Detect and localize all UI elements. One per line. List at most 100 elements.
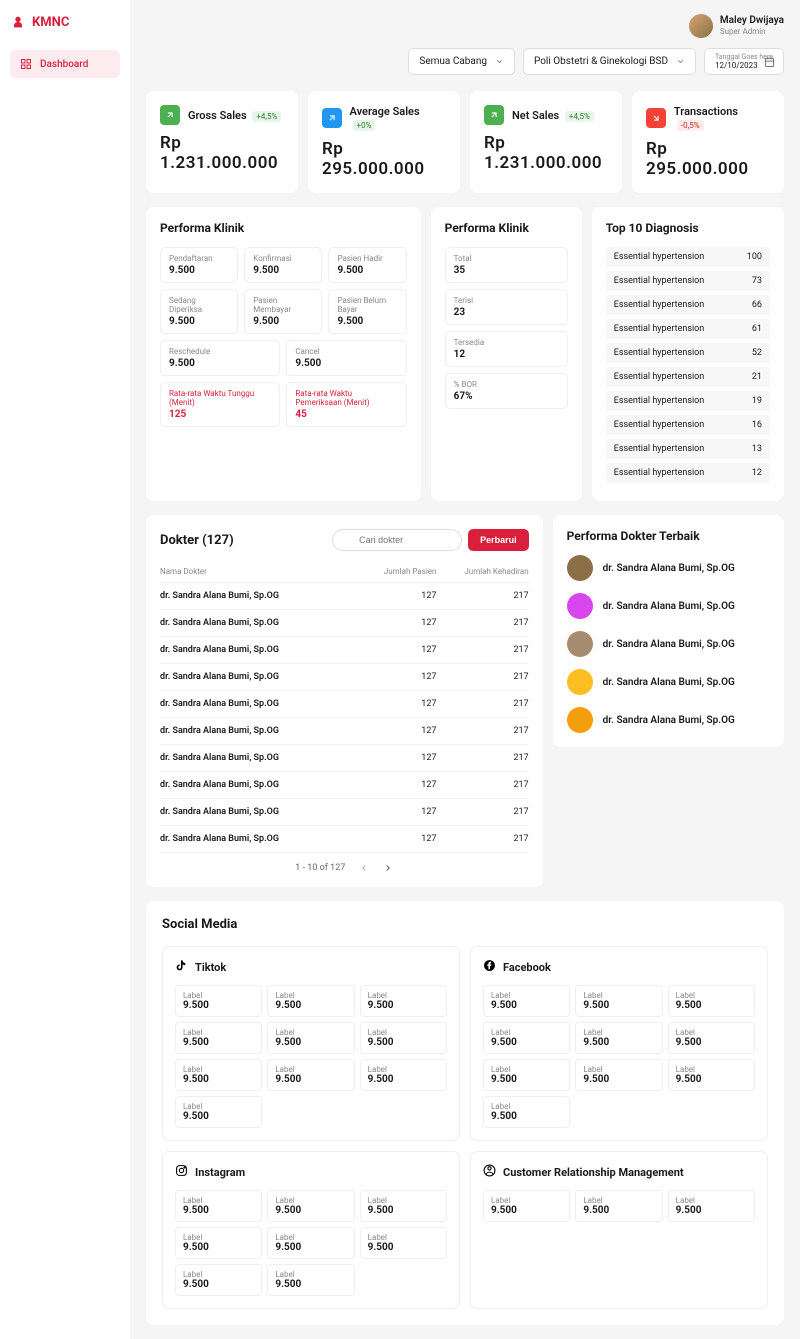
stat-label: Cancel [295, 347, 397, 356]
social-metric: Label9.500 [175, 1227, 262, 1259]
stat-box: Sedang Diperiksa9.500 [160, 289, 238, 334]
metric-value: 9.500 [676, 1037, 747, 1048]
stat-box: % BOR 67% [445, 373, 568, 409]
metric-value: 9.500 [183, 1111, 254, 1122]
stat-value: 9.500 [337, 265, 397, 276]
social-metric: Label9.500 [267, 1227, 354, 1259]
social-metric: Label9.500 [360, 985, 447, 1017]
kpi-delta: +0% [353, 120, 376, 131]
clinic-select[interactable]: Poli Obstetri & Ginekologi BSD [523, 48, 696, 75]
social-metric: Label9.500 [267, 1264, 354, 1296]
dokter-name: dr. Sandra Alana Bumi, Sp.OG [160, 645, 344, 655]
dokter-table-row[interactable]: dr. Sandra Alana Bumi, Sp.OG127217 [160, 718, 529, 745]
kpi-delta: +4,5% [565, 111, 594, 122]
metric-value: 9.500 [183, 1000, 254, 1011]
social-title: Social Media [162, 917, 768, 932]
kpi-card: Average Sales +0% Rp 295.000.000 [308, 91, 460, 193]
dokter-table-row[interactable]: dr. Sandra Alana Bumi, Sp.OG127217 [160, 637, 529, 664]
search-dokter-input[interactable] [332, 529, 462, 551]
date-picker[interactable]: Tanggal Goes here 12/10/2023 [704, 48, 784, 75]
dokter-avatar [567, 555, 593, 581]
stat-box: Reschedule9.500 [160, 340, 280, 376]
instagram-icon [175, 1164, 188, 1180]
card-title: Top 10 Diagnosis [606, 221, 770, 235]
card-title: Performa Dokter Terbaik [567, 529, 770, 543]
metric-value: 9.500 [275, 1037, 346, 1048]
dokter-name: dr. Sandra Alana Bumi, Sp.OG [160, 699, 344, 709]
metric-label: Label [676, 1028, 747, 1037]
user-menu[interactable]: Maley Dwijaya Super Admin [689, 14, 784, 38]
metric-label: Label [368, 1028, 439, 1037]
diagnosis-count: 100 [747, 252, 762, 262]
social-metric: Label9.500 [575, 1190, 662, 1222]
dokter-table-row[interactable]: dr. Sandra Alana Bumi, Sp.OG127217 [160, 664, 529, 691]
dokter-table-row[interactable]: dr. Sandra Alana Bumi, Sp.OG127217 [160, 583, 529, 610]
stat-label: Total [454, 254, 559, 263]
top-dokter-item: dr. Sandra Alana Bumi, Sp.OG [567, 631, 770, 657]
social-metric: Label9.500 [175, 1096, 262, 1128]
metric-label: Label [368, 991, 439, 1000]
refresh-button[interactable]: Perbarui [468, 529, 529, 551]
chevron-down-icon [676, 57, 685, 66]
social-metric: Label9.500 [175, 1059, 262, 1091]
dokter-table-row[interactable]: dr. Sandra Alana Bumi, Sp.OG127217 [160, 745, 529, 772]
next-page-icon[interactable] [383, 863, 393, 873]
top-dokter-item: dr. Sandra Alana Bumi, Sp.OG [567, 669, 770, 695]
metric-label: Label [491, 991, 562, 1000]
diagnosis-count: 12 [752, 468, 762, 478]
diagnosis-count: 66 [752, 300, 762, 310]
kpi-trend-icon [322, 108, 342, 128]
metric-label: Label [491, 1028, 562, 1037]
stat-label: Terisi [454, 296, 559, 305]
dokter-table-row[interactable]: dr. Sandra Alana Bumi, Sp.OG127217 [160, 691, 529, 718]
dokter-table-row[interactable]: dr. Sandra Alana Bumi, Sp.OG127217 [160, 772, 529, 799]
brand-text: KMNC [32, 15, 69, 30]
card-title: Performa Klinik [160, 221, 407, 235]
performa-klinik-card-1: Performa Klinik Pendaftaran9.500Konfirma… [146, 207, 421, 501]
branch-select[interactable]: Semua Cabang [408, 48, 515, 75]
stat-value: 23 [454, 307, 559, 318]
metric-value: 9.500 [183, 1279, 254, 1290]
stat-value: 9.500 [253, 316, 313, 327]
dokter-avatar [567, 631, 593, 657]
logo-icon [10, 14, 26, 30]
kpi-value: Rp 295.000.000 [322, 139, 446, 179]
metric-label: Label [275, 1196, 346, 1205]
kpi-title: Average Sales [350, 105, 420, 118]
stat-value: 35 [454, 265, 559, 276]
prev-page-icon[interactable] [359, 863, 369, 873]
nav-dashboard[interactable]: Dashboard [10, 50, 120, 78]
top-dokter-card: Performa Dokter Terbaik dr. Sandra Alana… [553, 515, 784, 747]
dokter-table-row[interactable]: dr. Sandra Alana Bumi, Sp.OG127217 [160, 826, 529, 853]
card-title: Performa Klinik [445, 221, 568, 235]
metric-label: Label [183, 1102, 254, 1111]
diagnosis-name: Essential hypertension [614, 444, 705, 454]
diagnosis-name: Essential hypertension [614, 420, 705, 430]
stat-label: Tersedia [454, 338, 559, 347]
metric-label: Label [583, 1065, 654, 1074]
kpi-card: Transactions -0,5% Rp 295.000.000 [632, 91, 784, 193]
dokter-pasien: 127 [344, 645, 436, 655]
dokter-name: dr. Sandra Alana Bumi, Sp.OG [603, 563, 735, 574]
th-name: Nama Dokter [160, 567, 344, 576]
stat-box: Pasien Membayar9.500 [244, 289, 322, 334]
social-channel-head: Instagram [175, 1164, 447, 1180]
social-media-card: Social Media Tiktok Label9.500Label9.500… [146, 901, 784, 1325]
kpi-value: Rp 295.000.000 [646, 139, 770, 179]
dokter-table-row[interactable]: dr. Sandra Alana Bumi, Sp.OG127217 [160, 799, 529, 826]
dokter-hadir: 217 [436, 726, 528, 736]
dokter-table-row[interactable]: dr. Sandra Alana Bumi, Sp.OG127217 [160, 610, 529, 637]
metric-label: Label [275, 1065, 346, 1074]
diagnosis-count: 52 [752, 348, 762, 358]
stat-box: Rata-rata Waktu Pemeriksaan (Menit)45 [286, 382, 406, 427]
dashboard-icon [20, 58, 32, 70]
diagnosis-name: Essential hypertension [614, 300, 705, 310]
metric-value: 9.500 [491, 1037, 562, 1048]
dokter-hadir: 217 [436, 672, 528, 682]
diagnosis-item: Essential hypertension12 [606, 463, 770, 483]
stat-label: % BOR [454, 380, 559, 389]
social-metric: Label9.500 [267, 985, 354, 1017]
dokter-name: dr. Sandra Alana Bumi, Sp.OG [160, 726, 344, 736]
diagnosis-item: Essential hypertension19 [606, 391, 770, 411]
stat-value: 67% [454, 391, 559, 402]
